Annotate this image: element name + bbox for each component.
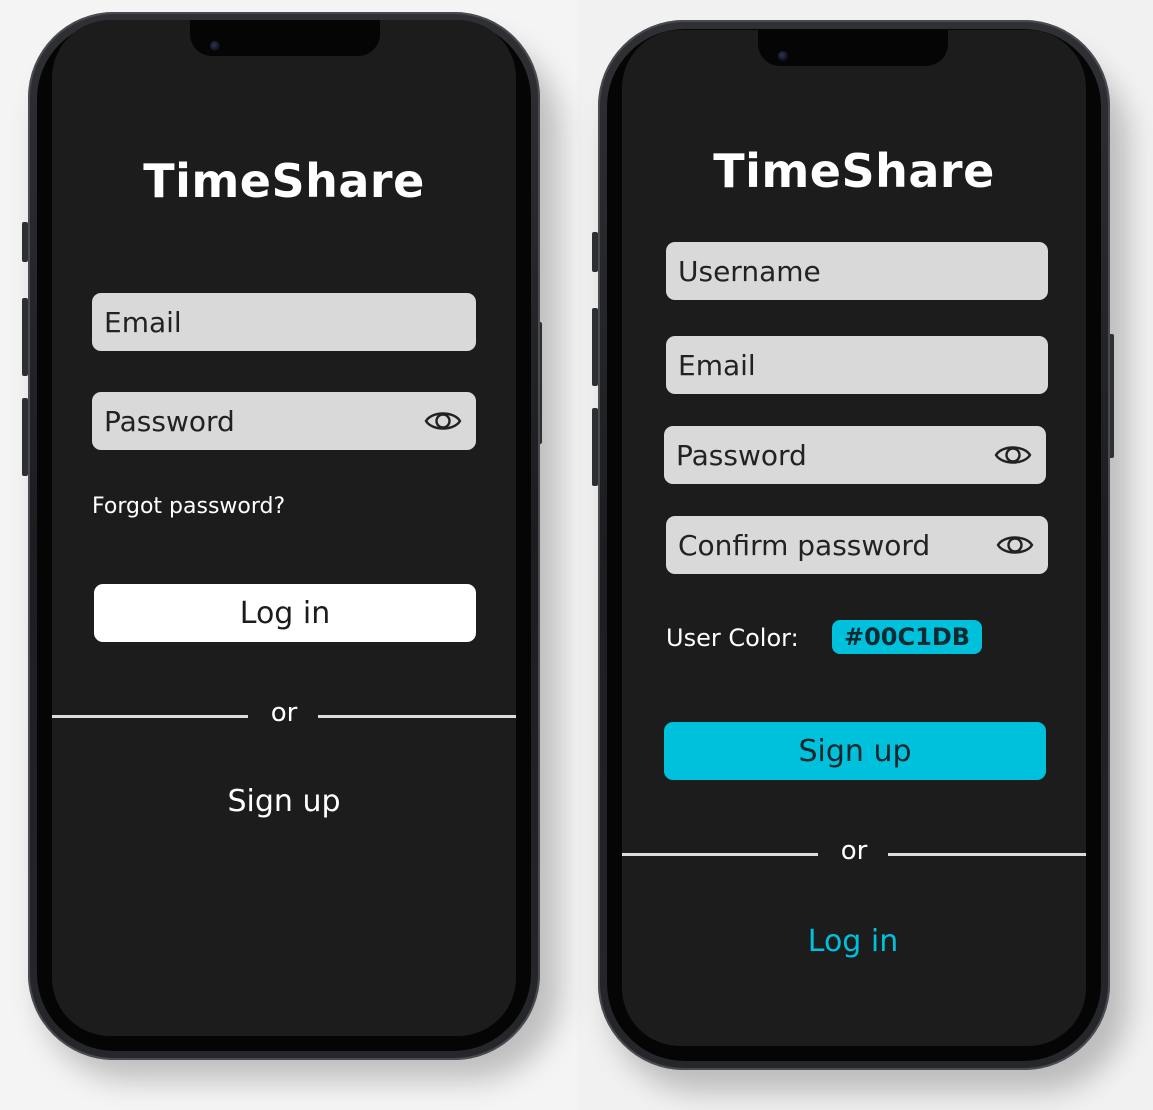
email-field[interactable]	[666, 336, 1048, 394]
eye-icon[interactable]	[424, 408, 462, 434]
divider-or-text: or	[840, 836, 868, 866]
login-screen: TimeShare Forgot password? Log in or Sig…	[52, 20, 516, 1036]
login-link[interactable]: Log in	[622, 924, 1084, 959]
password-input[interactable]	[104, 404, 416, 438]
username-field[interactable]	[666, 242, 1048, 300]
divider-line-left	[622, 853, 818, 856]
eye-icon[interactable]	[994, 442, 1032, 468]
forgot-password-link[interactable]: Forgot password?	[92, 494, 285, 519]
signup-button[interactable]: Sign up	[664, 722, 1046, 780]
divider-line-right	[888, 853, 1086, 856]
eye-icon[interactable]	[996, 532, 1034, 558]
confirm-password-field[interactable]	[666, 516, 1048, 574]
email-field[interactable]	[92, 293, 476, 351]
app-title: TimeShare	[143, 154, 425, 208]
user-color-label: User Color:	[666, 624, 799, 652]
front-camera-icon	[778, 51, 788, 61]
phone-notch	[758, 30, 948, 66]
password-field[interactable]	[92, 392, 476, 450]
confirm-password-input[interactable]	[678, 528, 988, 562]
front-camera-icon	[210, 41, 220, 51]
divider-line-left	[52, 715, 248, 718]
email-input[interactable]	[104, 305, 476, 339]
login-button[interactable]: Log in	[94, 584, 476, 642]
divider-or-text: or	[270, 698, 298, 728]
user-color-badge[interactable]: #00C1DB	[832, 620, 983, 654]
username-input[interactable]	[678, 254, 1048, 288]
password-input[interactable]	[676, 438, 986, 472]
signup-link[interactable]: Sign up	[52, 784, 516, 819]
divider-line-right	[318, 715, 516, 718]
email-input[interactable]	[678, 348, 1048, 382]
phone-notch	[190, 20, 380, 56]
signup-screen: TimeShare User Color: #00C1DB Sign up or…	[622, 30, 1086, 1046]
app-title: TimeShare	[713, 144, 995, 198]
password-field[interactable]	[664, 426, 1046, 484]
